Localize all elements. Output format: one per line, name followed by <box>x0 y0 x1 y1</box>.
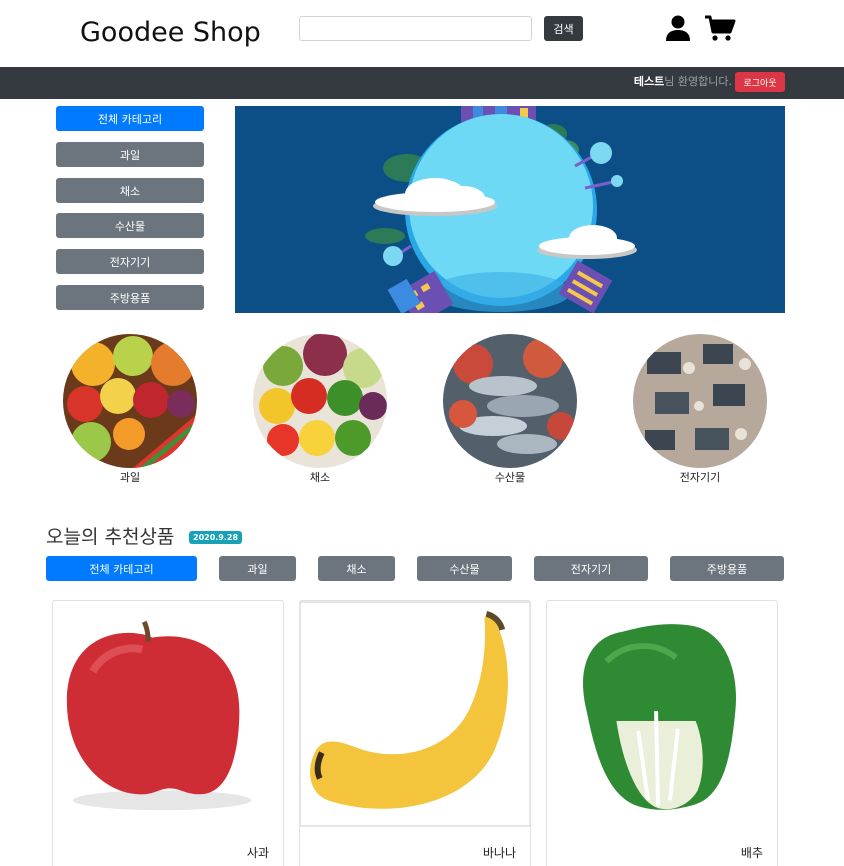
side-category-all[interactable]: 전체 카테고리 <box>56 106 204 131</box>
side-category-kitchen[interactable]: 주방용품 <box>56 285 204 310</box>
search-input[interactable] <box>299 16 532 41</box>
side-category-electronics[interactable]: 전자기기 <box>56 249 204 274</box>
tab-seafood[interactable]: 수산물 <box>417 556 512 581</box>
product-image-cabbage <box>547 601 777 827</box>
user-icon[interactable] <box>664 14 692 42</box>
recommend-title: 오늘의 추천상품 <box>46 526 175 548</box>
product-name-banana: 바나나 <box>482 846 516 860</box>
product-name-cabbage: 배추 <box>740 846 763 860</box>
side-category-fruit[interactable]: 과일 <box>56 142 204 167</box>
brand-logo[interactable]: Goodee Shop <box>80 17 261 48</box>
tab-kitchen[interactable]: 주방용품 <box>670 556 784 581</box>
featured-category-electronics[interactable] <box>633 334 767 468</box>
side-category-seafood[interactable]: 수산물 <box>56 213 204 238</box>
product-card-cabbage[interactable]: 배추 <box>546 600 778 866</box>
product-image-banana <box>300 601 530 827</box>
tab-fruit[interactable]: 과일 <box>219 556 296 581</box>
tab-electronics[interactable]: 전자기기 <box>534 556 648 581</box>
product-image-apple <box>53 601 283 827</box>
logout-button[interactable]: 로그아웃 <box>735 72 785 92</box>
cart-icon[interactable] <box>704 14 736 42</box>
date-badge: 2020.9.28 <box>189 531 243 544</box>
featured-category-fruit-label: 과일 <box>119 471 141 484</box>
featured-category-fruit[interactable] <box>63 334 197 468</box>
featured-category-seafood-label: 수산물 <box>494 471 526 484</box>
main-banner[interactable] <box>235 106 785 313</box>
tab-vegetable[interactable]: 채소 <box>318 556 395 581</box>
side-category-vegetable[interactable]: 채소 <box>56 178 204 203</box>
featured-category-seafood[interactable] <box>443 334 577 468</box>
user-name: 테스트 <box>633 75 665 88</box>
product-name-apple: 사과 <box>246 846 269 860</box>
featured-category-vegetable[interactable] <box>253 334 387 468</box>
welcome-message: 테스트님 환영합니다. <box>634 73 732 89</box>
featured-category-electronics-label: 전자기기 <box>679 471 721 484</box>
product-card-apple[interactable]: 사과 <box>52 600 284 866</box>
tab-all[interactable]: 전체 카테고리 <box>46 556 197 581</box>
welcome-suffix: 님 환영합니다. <box>664 75 732 88</box>
featured-category-vegetable-label: 채소 <box>309 471 331 484</box>
top-navbar: 테스트님 환영합니다. 로그아웃 <box>0 67 844 99</box>
product-card-banana[interactable]: 바나나 <box>299 600 531 866</box>
search-button[interactable]: 검색 <box>544 16 583 41</box>
